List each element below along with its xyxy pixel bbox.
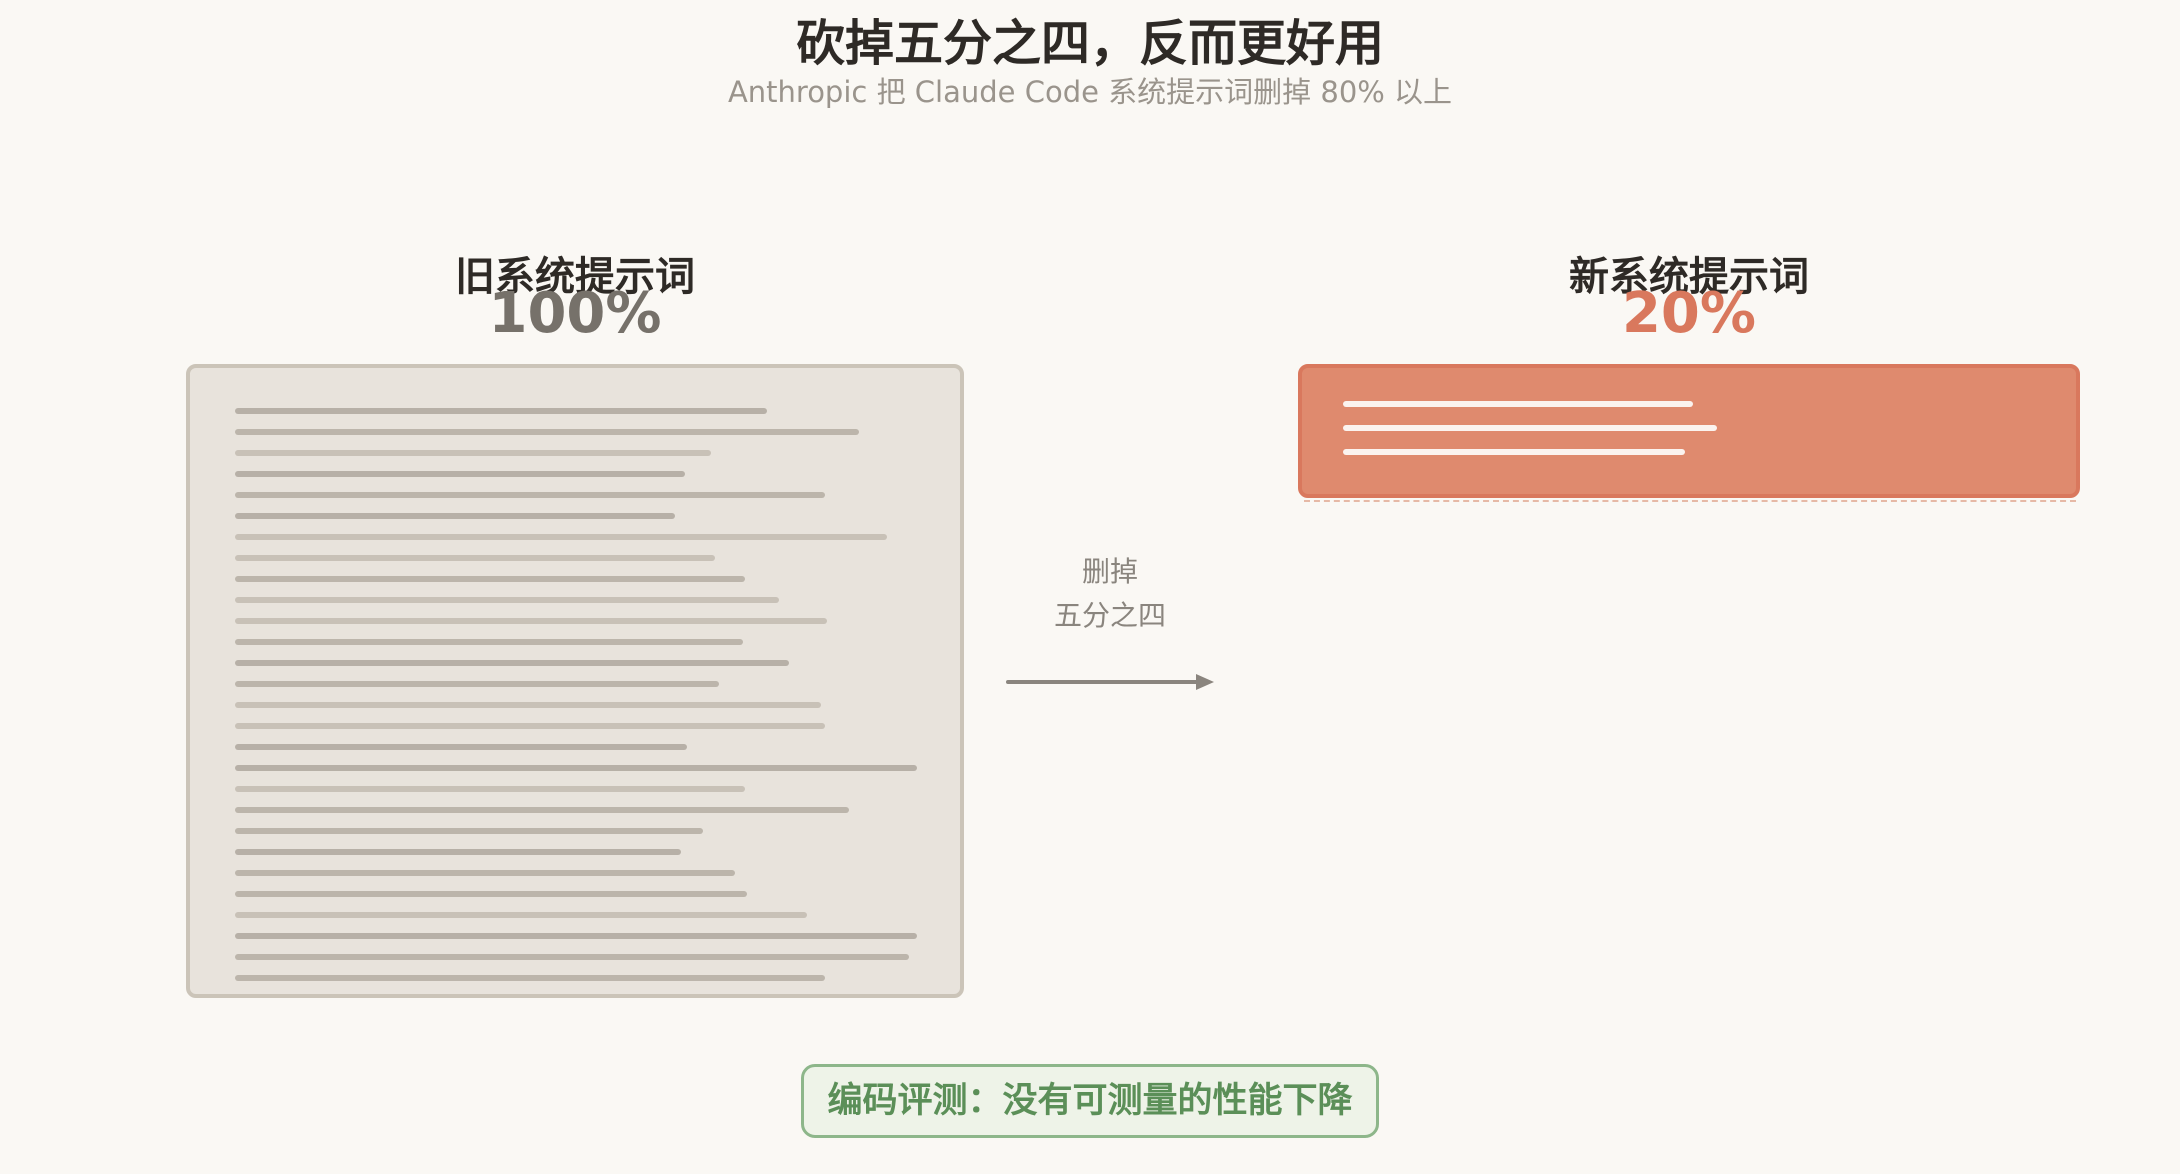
new-prompt-baseline	[1304, 500, 2076, 502]
arrow-label-line2: 五分之四	[1053, 599, 1166, 632]
old-prompt-text-lines	[235, 408, 917, 981]
new-prompt-percent: 20%	[1621, 281, 1757, 346]
evaluation-result-badge: 编码评测：没有可测量的性能下降	[801, 1064, 1379, 1138]
diagram-subtitle: Anthropic 把 Claude Code 系统提示词删掉 80% 以上	[727, 75, 1453, 109]
diagram-title: 砍掉五分之四，反而更好用	[795, 15, 1384, 72]
old-prompt-document	[186, 364, 964, 998]
new-prompt-document	[1298, 364, 2080, 498]
right-arrow-icon	[1006, 674, 1214, 690]
arrow-label: 删掉 五分之四	[1000, 550, 1220, 638]
arrow-label-line1: 删掉	[1081, 555, 1138, 588]
new-prompt-text-lines	[1343, 401, 1717, 455]
old-prompt-percent: 100%	[488, 281, 662, 346]
